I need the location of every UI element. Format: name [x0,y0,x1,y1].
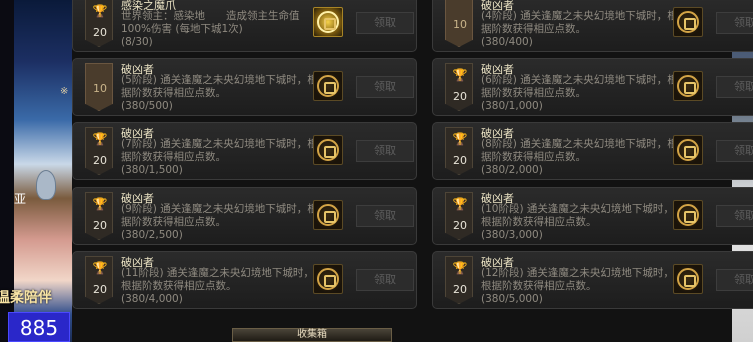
background-art: 亚 ※ 温柔陪伴 [0,0,72,342]
achievement-progress: (380/4,000) [121,293,183,305]
achievement-card: 🏆10破凶者(4阶段) 通关逢魔之未央幻境地下城时，根据阶数获得相应点数。(38… [432,0,753,52]
badge-points: 10 [93,82,107,95]
achievement-description: (11阶段) 通关逢魔之未央幻境地下城时，根据阶数获得相应点数。 [121,267,314,292]
achievement-description: (8阶段) 通关逢魔之未央幻境地下城时，根据阶数获得相应点数。 [481,138,678,163]
collection-panel: 🏆 20 感染之魔爪 世界领主：感染地 造成领主生命值100%伤害 (每地下城1次)(… [72,0,753,342]
achievement-description: (6阶段) 通关逢魔之未央幻境地下城时，根据阶数获得相应点数。 [481,74,678,99]
trophy-badge: 🏆 20 [445,127,473,175]
claim-button[interactable]: 领取 [716,269,753,291]
emblem-icon[interactable] [313,264,343,294]
badge-points: 20 [93,219,107,232]
achievement-progress: (380/5,000) [481,293,543,305]
claim-button[interactable]: 领取 [356,140,414,162]
achievement-progress: (8/30) [121,36,153,48]
trophy-badge: 🏆 20 [445,192,473,240]
trophy-icon: 🏆 [452,132,468,146]
achievement-progress: (380/400) [481,36,533,48]
achievement-description: (4阶段) 通关逢魔之未央幻境地下城时，根据阶数获得相应点数。 [481,10,678,35]
trophy-icon: 🏆 [452,197,468,211]
claim-button[interactable]: 领取 [716,12,753,34]
achievement-progress: (380/500) [121,100,173,112]
trophy-badge: 🏆 20 [85,0,113,47]
emblem-icon[interactable] [673,7,703,37]
trophy-badge: 🏆10 [445,0,473,47]
achievement-progress: (380/1,500) [121,164,183,176]
achievement-description: (7阶段) 通关逢魔之未央幻境地下城时，根据阶数获得相应点数。 [121,138,318,163]
game-screen: 亚 ※ 温柔陪伴 885 › › 🏆20感染之魔爪世界领主：感染地 造成领主生命… [0,0,753,342]
vase-icon [36,170,56,200]
badge-points: 20 [93,26,107,39]
emblem-icon[interactable] [313,71,343,101]
achievement-card: 🏆 20 破凶者 (6阶段) 通关逢魔之未央幻境地下城时，根据阶数获得相应点数。 (38… [432,58,753,116]
badge-points: 20 [453,283,467,296]
achievement-progress: (380/2,000) [481,164,543,176]
emblem-icon[interactable] [313,135,343,165]
achievement-card: 🏆 20 破凶者 (11阶段) 通关逢魔之未央幻境地下城时，根据阶数获得相应点数。 (3… [72,251,417,309]
counter-badge: 885 [8,312,70,342]
achievement-progress: (380/1,000) [481,100,543,112]
trophy-icon: 🏆 [452,68,468,82]
emblem-icon[interactable] [313,200,343,230]
badge-points: 10 [453,18,467,31]
emblem-icon[interactable] [673,135,703,165]
achievement-card: 🏆 20 破凶者 (8阶段) 通关逢魔之未央幻境地下城时，根据阶数获得相应点数。 (38… [432,122,753,180]
achievement-progress: (380/3,000) [481,229,543,241]
achievement-description: 世界领主：感染地 造成领主生命值100%伤害 (每地下城1次) [121,10,300,35]
side-text: 亚 [14,192,27,206]
badge-points: 20 [453,154,467,167]
trophy-badge: 🏆 20 [85,192,113,240]
trophy-badge: 🏆 20 [445,63,473,111]
trophy-icon: 🏆 [92,132,108,146]
badge-points: 20 [453,219,467,232]
side-glyph: ※ [60,86,69,97]
claim-button[interactable]: 领取 [356,205,414,227]
achievement-card: 🏆 20 破凶者 (12阶段) 通关逢魔之未央幻境地下城时，根据阶数获得相应点数。 (3… [432,251,753,309]
achievement-card: 🏆 20 破凶者 (10阶段) 通关逢魔之未央幻境地下城时，根据阶数获得相应点数。 (3… [432,187,753,245]
achievement-card: 🏆 20 破凶者 (9阶段) 通关逢魔之未央幻境地下城时，根据阶数获得相应点数。 (38… [72,187,417,245]
badge-points: 20 [93,154,107,167]
claim-button[interactable]: 领取 [716,76,753,98]
trophy-badge: 🏆 20 [85,256,113,304]
achievement-card: 🏆 20 感染之魔爪 世界领主：感染地 造成领主生命值100%伤害 (每地下城1次)(… [72,0,417,52]
trophy-icon: 🏆 [92,261,108,275]
badge-points: 20 [453,90,467,103]
claim-button[interactable]: 领取 [356,269,414,291]
achievement-description: (9阶段) 通关逢魔之未央幻境地下城时，根据阶数获得相应点数。 [121,203,318,228]
achievement-card: 🏆10破凶者(5阶段) 通关逢魔之未央幻境地下城时，根据阶数获得相应点数。(38… [72,58,417,116]
gold-star-icon[interactable] [313,7,343,37]
trophy-icon: 🏆 [92,4,108,18]
claim-button[interactable]: 领取 [716,205,753,227]
achievement-description: (5阶段) 通关逢魔之未央幻境地下城时，根据阶数获得相应点数。 [121,74,318,99]
trophy-icon: 🏆 [452,261,468,275]
achievement-description: (10阶段) 通关逢魔之未央幻境地下城时，根据阶数获得相应点数。 [481,203,674,228]
achievement-card: 🏆 20 破凶者 (7阶段) 通关逢魔之未央幻境地下城时，根据阶数获得相应点数。 (38… [72,122,417,180]
collection-box-tab[interactable]: 收集箱 [232,328,392,342]
emblem-icon[interactable] [673,264,703,294]
emblem-icon[interactable] [673,71,703,101]
trophy-badge: 🏆 20 [445,256,473,304]
claim-button[interactable]: 领取 [356,12,414,34]
achievement-description: (12阶段) 通关逢魔之未央幻境地下城时，根据阶数获得相应点数。 [481,267,674,292]
trophy-icon: 🏆 [92,197,108,211]
badge-points: 20 [93,283,107,296]
claim-button[interactable]: 领取 [356,76,414,98]
achievement-progress: (380/2,500) [121,229,183,241]
emblem-icon[interactable] [673,200,703,230]
trophy-badge: 🏆 20 [85,127,113,175]
art-banner-text: 温柔陪伴 [0,290,52,306]
trophy-badge: 🏆10 [85,63,113,111]
claim-button[interactable]: 领取 [716,140,753,162]
